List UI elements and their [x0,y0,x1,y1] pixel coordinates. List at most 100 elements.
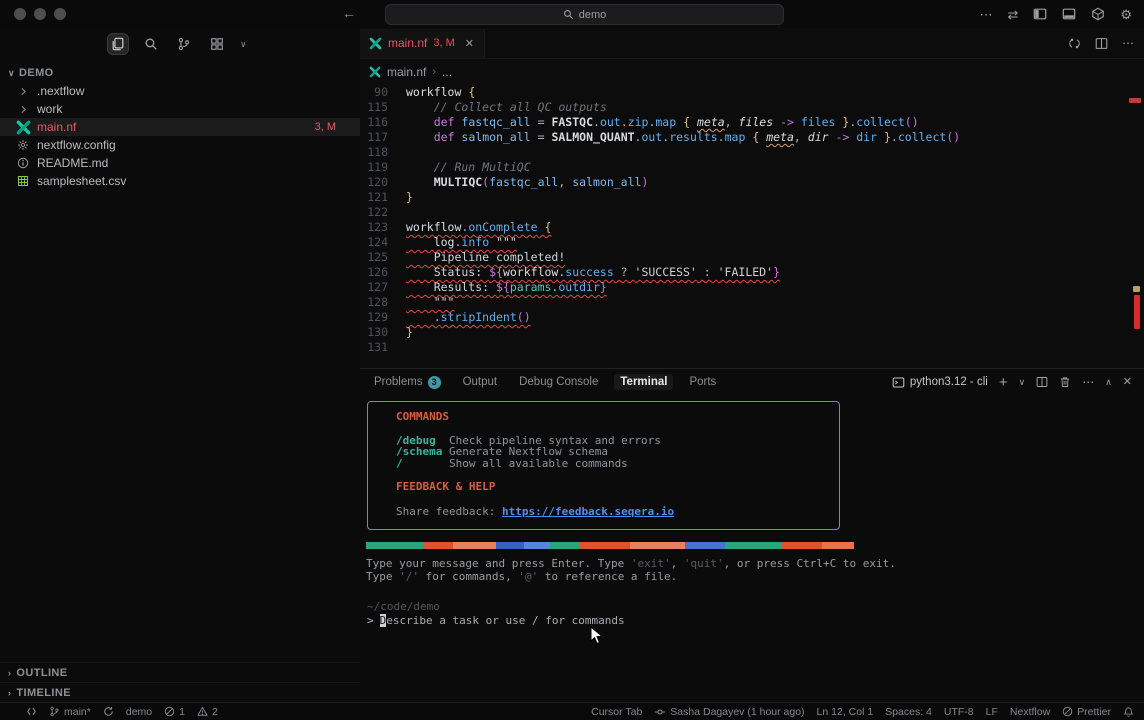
file-row-nextflow-config[interactable]: nextflow.config [0,136,360,154]
outline-section[interactable]: › OUTLINE [0,662,360,682]
file-tree: .nextflow workmain.nf3, Mnextflow.configR… [0,82,360,190]
code-line-127[interactable]: 127 Results: ${params.outdir} [360,280,1144,295]
settings-gear-icon[interactable]: ⚙ [1120,8,1132,21]
code-line-119[interactable]: 119 // Run MultiQC [360,160,1144,175]
statusbar-item-sync[interactable] [103,706,114,717]
statusbar-item-spaces-4[interactable]: Spaces: 4 [885,706,932,718]
code-line-125[interactable]: 125 Pipeline completed! [360,250,1144,265]
panel-tab-ports[interactable]: Ports [689,376,716,388]
maximize-chevron-up-icon[interactable]: ∧ [1105,378,1112,387]
panel-bottom-icon[interactable] [1062,7,1076,21]
code-line-121[interactable]: 121} [360,190,1144,205]
terminal-prompt[interactable]: >Describe a task or use / for commands [367,614,1144,627]
code-line-126[interactable]: 126 Status: ${workflow.success ? 'SUCCES… [360,265,1144,280]
explorer-files-icon[interactable] [108,34,128,54]
more-horizontal-icon[interactable]: ⋯ [979,8,992,21]
breadcrumb[interactable]: main.nf › ... [360,59,1144,85]
back-icon[interactable]: ← [342,5,356,21]
source-control-icon[interactable] [174,34,194,54]
panel-tab-label: Terminal [620,376,667,388]
more-horizontal-icon[interactable]: ⋯ [1122,36,1134,50]
launch-profile-chevron-icon[interactable]: ∨ [1019,378,1026,387]
zoom-window-button[interactable] [54,8,66,20]
panel-tab-problems[interactable]: Problems3 [374,376,441,389]
close-panel-icon[interactable]: ✕ [1123,377,1132,388]
extensions-grid-icon[interactable] [207,34,227,54]
run-cells-sync-icon[interactable] [1068,37,1081,50]
terminal-viewport[interactable]: COMMANDS /debugCheck pipeline syntax and… [360,401,1144,708]
file-row-samplesheet-csv[interactable]: samplesheet.csv [0,172,360,190]
statusbar-item-remote[interactable] [26,706,37,717]
statusbar-item-lf[interactable]: LF [986,706,998,718]
command-center-search[interactable]: demo [385,4,784,25]
timeline-section[interactable]: › TIMELINE [0,682,360,702]
more-horizontal-icon[interactable]: ⋯ [1082,376,1094,388]
code-line-124[interactable]: 124 log.info """ [360,235,1144,250]
code-line-120[interactable]: 120 MULTIQC(fastqc_all, salmon_all) [360,175,1144,190]
statusbar-item-bell[interactable] [1123,706,1134,718]
split-editor-icon[interactable] [1095,37,1108,50]
kill-terminal-trash-icon[interactable] [1059,376,1071,388]
statusbar-item-prettier[interactable]: Prettier [1062,706,1111,718]
code-line-117[interactable]: 117 def salmon_all = SALMON_QUANT.out.re… [360,130,1144,145]
code-line-118[interactable]: 118 [360,145,1144,160]
statusbar-item-demo[interactable]: demo [126,706,152,718]
line-number: 118 [360,145,388,160]
statusbar-item-main[interactable]: main* [49,706,91,718]
statusbar-item-cursor-tab[interactable]: Cursor Tab [591,706,642,718]
panel-left-icon[interactable] [1033,7,1047,21]
csv-icon [14,175,32,187]
code-line-116[interactable]: 116 def fastqc_all = FASTQC.out.zip.map … [360,115,1144,130]
rainbow-segment [580,542,630,549]
statusbar-item-ln-12-col-1[interactable]: Ln 12, Col 1 [817,706,874,718]
code-line-90[interactable]: 90workflow { [360,85,1144,100]
chevron-down-icon[interactable]: ∨ [240,39,247,50]
code-line-129[interactable]: 129 .stripIndent() [360,310,1144,325]
file-label: main.nf [37,120,76,134]
cube-icon[interactable] [1091,7,1105,21]
explorer-section-header[interactable]: ∨ DEMO [0,64,360,82]
minimize-window-button[interactable] [34,8,46,20]
breadcrumb-rest[interactable]: ... [442,65,452,79]
panel-tab-terminal[interactable]: Terminal [614,374,673,390]
feedback-line: Share feedback: https://feedback.seqera.… [396,506,839,518]
code-area[interactable]: 90workflow {115 // Collect all QC output… [360,85,1144,355]
tab-main-nf[interactable]: main.nf 3, M ✕ [360,29,485,58]
search-icon[interactable] [141,34,161,54]
file-row-main-nf[interactable]: main.nf3, M [0,118,360,136]
panel-tab-output[interactable]: Output [463,376,498,388]
file-row--nextflow[interactable]: .nextflow [0,82,360,100]
remote-icon [26,706,37,717]
statusbar-item-utf-8[interactable]: UTF-8 [944,706,974,718]
chevron-right-icon: › [8,688,11,698]
file-row-work[interactable]: work [0,100,360,118]
panel-tab-debug-console[interactable]: Debug Console [519,376,598,388]
split-terminal-icon[interactable] [1036,376,1048,388]
rainbow-segment [685,542,725,549]
command-center-text: demo [579,9,607,21]
close-tab-icon[interactable]: ✕ [465,37,474,50]
statusbar-item-sasha-dagayev-1-hour-ago[interactable]: Sasha Dagayev (1 hour ago) [654,706,804,718]
code-line-130[interactable]: 130} [360,325,1144,340]
folder-chevron-icon [14,105,32,114]
close-window-button[interactable] [14,8,26,20]
statusbar-item-2[interactable]: 2 [197,706,218,718]
feedback-link[interactable]: https://feedback.seqera.io [502,505,674,518]
line-number: 121 [360,190,388,205]
code-line-115[interactable]: 115 // Collect all QC outputs [360,100,1144,115]
statusbar-label: main* [64,706,91,718]
code-line-131[interactable]: 131 [360,340,1144,355]
statusbar-item-1[interactable]: 1 [164,706,185,718]
file-label: .nextflow [37,84,84,98]
terminal-process-item[interactable]: python3.12 - cli [892,376,988,389]
code-line-122[interactable]: 122 [360,205,1144,220]
file-row-readme-md[interactable]: README.md [0,154,360,172]
layout-swap-icon[interactable]: ⇄ [1007,8,1018,21]
code-line-123[interactable]: 123workflow.onComplete { [360,220,1144,235]
statusbar-item-nextflow[interactable]: Nextflow [1010,706,1050,718]
code-line-128[interactable]: 128 """ [360,295,1144,310]
breadcrumb-file[interactable]: main.nf [387,65,426,79]
activity-bar: ∨ [0,28,360,60]
panel-tabs: Problems3 Output Debug Console Terminal Port… [374,376,716,389]
new-terminal-plus-icon[interactable]: + [999,375,1008,390]
